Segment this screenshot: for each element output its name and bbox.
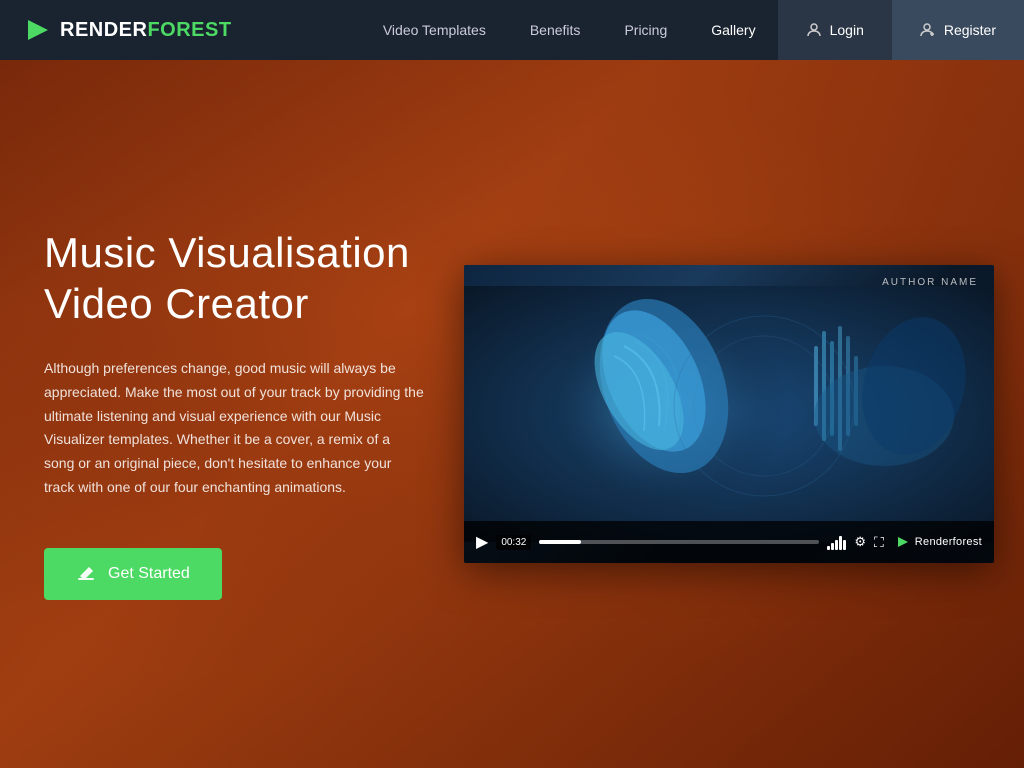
login-button[interactable]: Login: [778, 0, 892, 60]
video-content: AUTHOR NAME: [464, 265, 994, 563]
signal-bars: [827, 534, 846, 550]
navigation: RENDERFOREST Video Templates Benefits Pr…: [0, 0, 1024, 60]
progress-bar[interactable]: [539, 540, 819, 544]
video-controls: ▶ 00:32 ⚙ ⛶: [464, 521, 994, 563]
rf-logo-icon: [896, 535, 910, 549]
hero-section: Music Visualisation Video Creator Althou…: [0, 0, 1024, 768]
hero-content: Music Visualisation Video Creator Althou…: [0, 0, 1024, 768]
hero-right: AUTHOR NAME ▶ 00:32: [464, 265, 994, 563]
video-player: AUTHOR NAME ▶ 00:32: [464, 265, 994, 563]
logo-icon: [24, 16, 52, 44]
nav-link-video-templates[interactable]: Video Templates: [361, 0, 508, 60]
settings-button[interactable]: ⚙: [854, 534, 866, 550]
rf-logo-text: Renderforest: [915, 536, 982, 548]
bar-2: [831, 543, 834, 550]
logo[interactable]: RENDERFOREST: [0, 16, 232, 44]
bar-5: [843, 540, 846, 550]
video-timestamp: 00:32: [496, 535, 531, 550]
bar-3: [835, 540, 838, 550]
video-visual: [464, 265, 994, 563]
nav-links: Video Templates Benefits Pricing Gallery: [361, 0, 778, 60]
play-button[interactable]: ▶: [476, 532, 488, 552]
video-author: AUTHOR NAME: [882, 277, 978, 288]
logo-text: RENDERFOREST: [60, 19, 232, 42]
register-icon: [920, 22, 936, 38]
hero-description: Although preferences change, good music …: [44, 357, 424, 500]
login-icon: [806, 22, 822, 38]
player-branding: Renderforest: [896, 535, 982, 549]
edit-icon: [76, 564, 96, 584]
nav-link-benefits[interactable]: Benefits: [508, 0, 603, 60]
progress-fill: [539, 540, 581, 544]
hero-left: Music Visualisation Video Creator Althou…: [44, 228, 464, 600]
nav-link-pricing[interactable]: Pricing: [602, 0, 689, 60]
cta-label: Get Started: [108, 565, 190, 583]
get-started-button[interactable]: Get Started: [44, 548, 222, 600]
bar-1: [827, 546, 830, 550]
hero-title: Music Visualisation Video Creator: [44, 228, 424, 329]
fullscreen-button[interactable]: ⛶: [874, 534, 884, 551]
nav-link-gallery[interactable]: Gallery: [689, 0, 777, 60]
nav-auth: Login Register: [778, 0, 1024, 60]
bar-4: [839, 536, 842, 550]
register-button[interactable]: Register: [892, 0, 1024, 60]
